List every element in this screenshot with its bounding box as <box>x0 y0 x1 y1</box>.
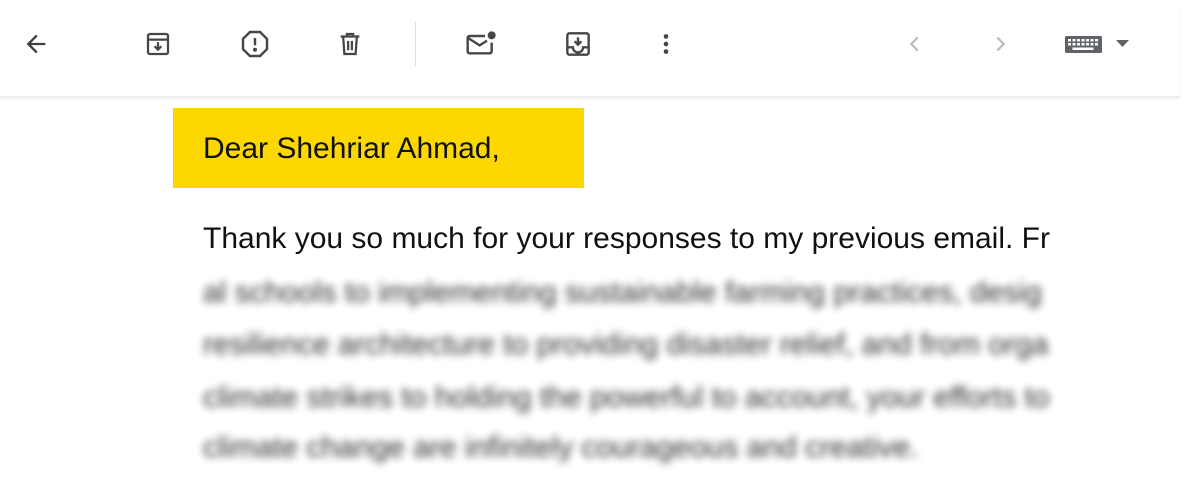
report-spam-icon[interactable] <box>233 22 277 66</box>
archive-icon[interactable] <box>136 22 180 66</box>
blurred-line-3: climate strikes to holding the powerful … <box>203 381 1050 414</box>
mark-unread-icon[interactable] <box>459 22 503 66</box>
toolbar <box>0 0 1180 97</box>
blurred-line-1: al schools to implementing sustainable f… <box>203 276 1042 309</box>
blurred-line-2: resilience architecture to providing dis… <box>203 328 1049 361</box>
email-body: Dear Shehriar Ahmad, Thank you so much f… <box>0 97 1192 499</box>
back-arrow-icon[interactable] <box>14 22 58 66</box>
toolbar-divider <box>415 22 416 66</box>
email-body-first-line: Thank you so much for your responses to … <box>203 222 1051 255</box>
bottom-fade <box>0 459 1192 499</box>
email-greeting: Dear Shehriar Ahmad, <box>203 132 500 165</box>
move-to-inbox-icon[interactable] <box>556 22 600 66</box>
chevron-left-icon[interactable] <box>893 22 937 66</box>
chevron-right-icon[interactable] <box>978 22 1022 66</box>
more-vert-icon[interactable] <box>644 22 688 66</box>
keyboard-input-icon[interactable] <box>1060 22 1140 66</box>
trash-icon[interactable] <box>328 22 372 66</box>
